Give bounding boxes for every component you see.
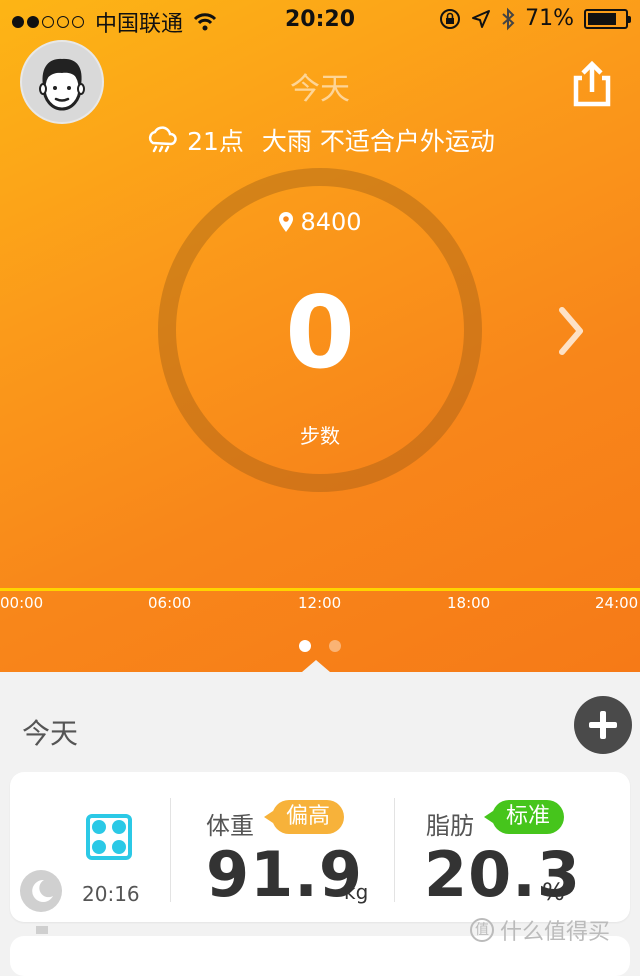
chevron-right-icon[interactable] <box>556 306 586 356</box>
record-time: 20:16 <box>82 882 140 906</box>
divider <box>170 798 171 902</box>
scale-icon <box>86 814 132 860</box>
weather-time: 21点 <box>187 127 244 156</box>
location-arrow-icon <box>472 9 491 28</box>
weight-status-badge: 偏高 <box>263 800 345 834</box>
battery-icon <box>584 8 631 29</box>
hero-panel: 中国联通 20:20 71% 今天 21点 大雨 不适合户外运动 8400 0 … <box>0 0 640 672</box>
weather-advice: 不适合户外运动 <box>319 127 495 156</box>
status-icons: 71% <box>439 6 631 31</box>
page-dot-active[interactable] <box>299 640 311 652</box>
fat-unit: % <box>542 878 565 906</box>
battery-percent: 71% <box>525 6 574 31</box>
status-bar: 中国联通 20:20 71% <box>0 0 640 40</box>
moon-icon <box>20 870 62 912</box>
fat-status-badge: 标准 <box>483 800 565 834</box>
weight-record-card[interactable]: 20:16 体重 偏高 91.9 kg 脂肪 标准 20.3 % <box>10 772 630 922</box>
weather-condition: 大雨 <box>261 127 312 156</box>
page-title: 今天 <box>290 72 350 107</box>
watermark-text: 什么值得买 <box>500 920 611 945</box>
page-dot[interactable] <box>329 640 341 652</box>
timeline-tick: 18:00 <box>447 594 491 612</box>
scroll-indicator <box>36 926 48 934</box>
weight-unit: kg <box>344 880 369 904</box>
bluetooth-icon <box>502 7 515 30</box>
weight-label: 体重 <box>206 812 254 840</box>
location-pin-icon <box>279 212 294 232</box>
steps-label: 步数 <box>300 424 340 448</box>
timeline-tick: 06:00 <box>148 594 192 612</box>
step-goal-value: 8400 <box>300 208 362 236</box>
timeline-bar <box>0 588 640 591</box>
rain-cloud-icon <box>149 126 177 153</box>
weather-forecast: 21点 大雨 不适合户外运动 <box>0 122 640 158</box>
watermark-logo: 值 <box>470 918 494 942</box>
page-indicator[interactable] <box>0 640 640 652</box>
steps-count: 0 <box>285 274 355 391</box>
timeline-tick: 00:00 <box>0 594 44 612</box>
watermark: 值 什么值得买 <box>470 914 610 946</box>
weight-value: 91.9 <box>206 838 363 911</box>
rotation-lock-icon <box>440 8 461 29</box>
timeline-tick: 12:00 <box>298 594 342 612</box>
share-icon[interactable] <box>566 58 618 110</box>
divider <box>394 798 395 902</box>
fat-label: 脂肪 <box>426 812 474 840</box>
section-title: 今天 <box>22 717 79 750</box>
panel-notch <box>302 660 330 672</box>
step-goal: 8400 <box>0 208 640 236</box>
timeline-tick: 24:00 <box>595 594 639 612</box>
add-button[interactable] <box>574 696 632 754</box>
